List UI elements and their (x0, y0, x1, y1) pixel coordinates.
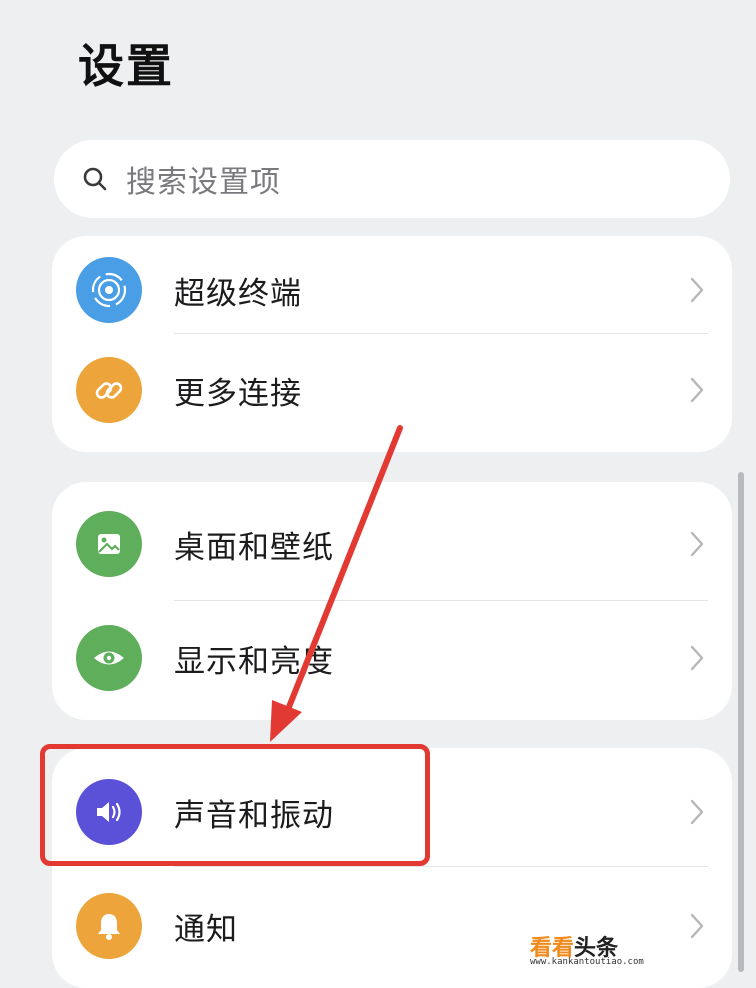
bell-icon (76, 893, 142, 959)
page-title: 设置 (78, 39, 174, 93)
settings-item-super-device[interactable]: 超级终端 (52, 236, 732, 344)
settings-item-label: 超级终端 (174, 275, 302, 312)
chevron-right-icon (686, 797, 708, 827)
settings-group-display: 桌面和壁纸 显示和亮度 (52, 482, 732, 720)
divider (174, 333, 708, 334)
watermark-url: www.kankantoutiao.com (530, 957, 644, 967)
search-icon (80, 164, 110, 194)
settings-item-more-connections[interactable]: 更多连接 (52, 336, 732, 444)
settings-item-label: 更多连接 (174, 375, 302, 412)
scrollbar[interactable] (738, 472, 744, 972)
wallpaper-icon (76, 511, 142, 577)
search-placeholder[interactable]: 搜索设置项 (126, 157, 281, 201)
settings-item-label: 桌面和壁纸 (174, 529, 334, 566)
divider (174, 600, 708, 601)
link-icon (76, 357, 142, 423)
chevron-right-icon (686, 275, 708, 305)
settings-item-wallpaper[interactable]: 桌面和壁纸 (52, 490, 732, 598)
settings-item-label: 显示和亮度 (174, 643, 334, 680)
settings-item-sound-vibration[interactable]: 声音和振动 (52, 758, 732, 866)
chevron-right-icon (686, 643, 708, 673)
eye-icon (76, 625, 142, 691)
divider (174, 866, 708, 867)
chevron-right-icon (686, 911, 708, 941)
super-device-icon (76, 257, 142, 323)
settings-item-label: 通知 (174, 911, 238, 948)
chevron-right-icon (686, 375, 708, 405)
watermark: 看看头条 www.kankantoutiao.com (530, 930, 670, 974)
settings-group-connectivity: 超级终端 更多连接 (52, 236, 732, 452)
settings-item-display-brightness[interactable]: 显示和亮度 (52, 604, 732, 712)
speaker-icon (76, 779, 142, 845)
settings-item-label: 声音和振动 (174, 797, 334, 834)
chevron-right-icon (686, 529, 708, 559)
search-bar[interactable]: 搜索设置项 (54, 140, 730, 218)
